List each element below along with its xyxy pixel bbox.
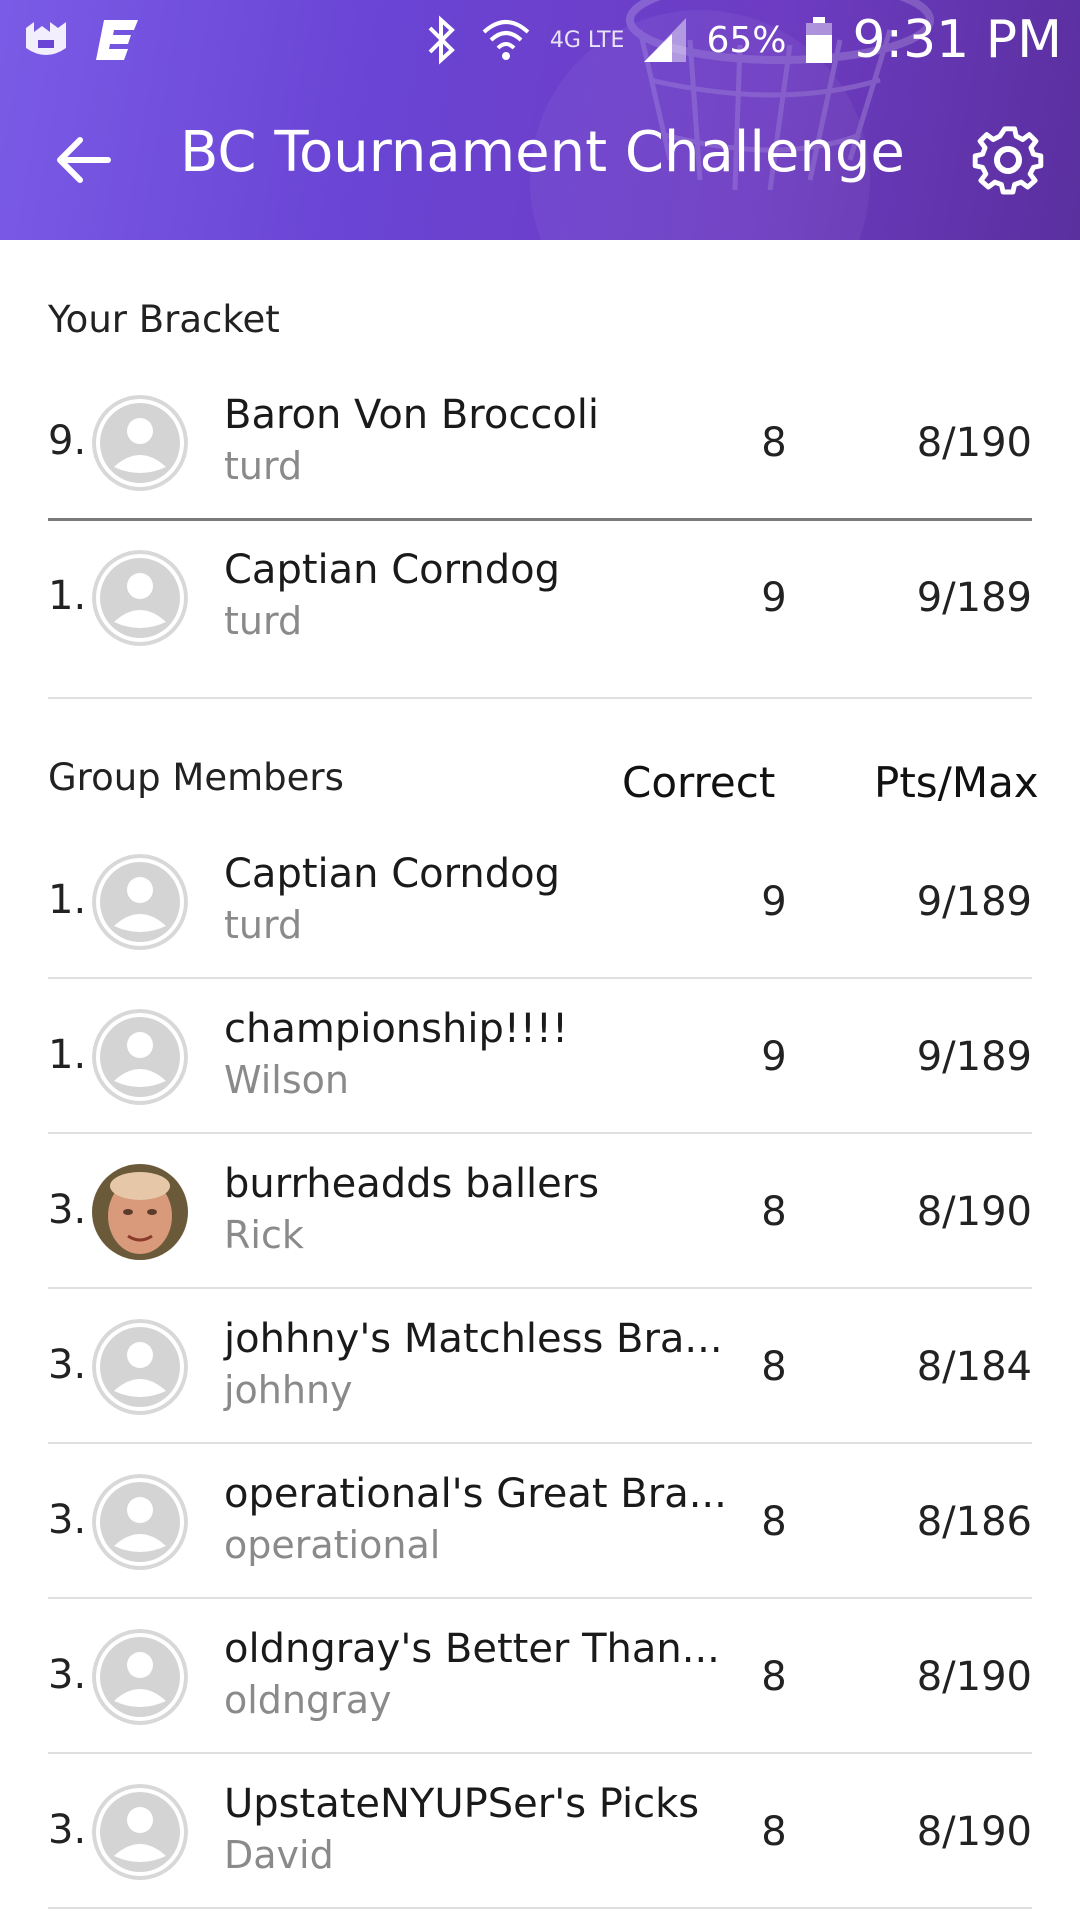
default-avatar-icon [92, 1319, 188, 1415]
correct-count: 8 [761, 1344, 787, 1390]
row-divider [48, 1132, 1032, 1134]
row-divider [48, 1752, 1032, 1754]
correct-count: 8 [761, 1654, 787, 1700]
espn-app-notification-icon [26, 22, 66, 55]
rank-label: 1. [48, 1032, 87, 1078]
default-avatar-icon [92, 1629, 188, 1725]
points-max: 8/190 [916, 1809, 1032, 1855]
bracket-row[interactable]: 1. Captian Corndog turd 9 9/189 [0, 825, 1080, 979]
points-max: 8/190 [916, 1654, 1032, 1700]
rank-label: 3. [48, 1652, 87, 1698]
group-members-label: Group Members [48, 756, 344, 799]
status-time: 9:31 PM [852, 10, 1062, 70]
pts-max-column-header[interactable]: Pts/Max [874, 758, 1039, 807]
battery-percentage: 65% [706, 19, 787, 61]
your-bracket-label: Your Bracket [48, 298, 280, 341]
bluetooth-icon [428, 15, 455, 65]
owner-name: turd [224, 444, 303, 488]
bracket-name: johhny's Matchless Bra... [224, 1316, 723, 1362]
default-avatar-icon [92, 550, 188, 646]
arrow-back-icon[interactable] [48, 124, 120, 196]
bracket-name: oldngray's Better Than... [224, 1626, 720, 1672]
points-max: 9/189 [916, 879, 1032, 925]
bracket-name: championship!!!! [224, 1006, 568, 1052]
network-type-label: 4G LTE [549, 27, 625, 53]
points-max: 8/190 [916, 420, 1032, 466]
bracket-row[interactable]: 3. oldngray's Better Than... oldngray 8 8/19… [0, 1600, 1080, 1754]
row-divider [48, 1442, 1032, 1444]
owner-name: Wilson [224, 1058, 349, 1102]
correct-count: 9 [761, 879, 787, 925]
bracket-name: Captian Corndog [224, 547, 560, 593]
bracket-row[interactable]: 1. Captian Corndog turd 9 9/189 [0, 521, 1080, 675]
bracket-name: operational's Great Bra... [224, 1471, 727, 1517]
app-header: 4G LTE 65% 9:31 PM BC Tournament Challen… [0, 0, 1080, 240]
bracket-row[interactable]: 9. Baron Von Broccoli turd 8 8/190 [0, 366, 1080, 520]
points-max: 9/189 [916, 575, 1032, 621]
points-max: 8/190 [916, 1189, 1032, 1235]
points-max: 8/184 [916, 1344, 1032, 1390]
rank-label: 9. [48, 418, 87, 464]
correct-count: 8 [761, 1189, 787, 1235]
owner-name: turd [224, 903, 303, 947]
correct-count: 8 [761, 1499, 787, 1545]
bracket-name: UpstateNYUPSer's Picks [224, 1781, 700, 1827]
bracket-name: burrheadds ballers [224, 1161, 600, 1207]
page-title: BC Tournament Challenge [180, 120, 905, 185]
row-divider [48, 518, 1032, 521]
bracket-row[interactable]: 1. championship!!!! Wilson 9 9/189 [0, 980, 1080, 1134]
bracket-name: Captian Corndog [224, 851, 560, 897]
rank-label: 3. [48, 1342, 87, 1388]
rank-label: 3. [48, 1497, 87, 1543]
row-divider [48, 1907, 1032, 1909]
rank-label: 1. [48, 877, 87, 923]
correct-count: 8 [761, 1809, 787, 1855]
status-bar: 4G LTE 65% 9:31 PM [0, 0, 1080, 80]
rank-label: 3. [48, 1187, 87, 1233]
bracket-row[interactable]: 3. UpstateNYUPSer's Picks David 8 8/190 [0, 1755, 1080, 1909]
rank-label: 1. [48, 573, 87, 619]
default-avatar-icon [92, 395, 188, 491]
owner-name: operational [224, 1523, 441, 1567]
correct-count: 8 [761, 420, 787, 466]
owner-name: Rick [224, 1213, 304, 1257]
correct-count: 9 [761, 575, 787, 621]
row-divider [48, 1597, 1032, 1599]
rank-label: 3. [48, 1807, 87, 1853]
owner-name: turd [224, 599, 303, 643]
espn-e-icon [96, 20, 138, 60]
bracket-name: Baron Von Broccoli [224, 392, 600, 438]
wifi-icon [482, 20, 530, 60]
bracket-row[interactable]: 3. operational's Great Bra... operational 8… [0, 1445, 1080, 1599]
row-divider [48, 697, 1032, 699]
gear-icon[interactable] [966, 118, 1050, 202]
signal-strength-icon [644, 18, 687, 62]
battery-icon [806, 17, 833, 63]
default-avatar-icon [92, 854, 188, 950]
correct-count: 9 [761, 1034, 787, 1080]
points-max: 9/189 [916, 1034, 1032, 1080]
app-bar: BC Tournament Challenge [0, 80, 1080, 240]
default-avatar-icon [92, 1784, 188, 1880]
default-avatar-icon [92, 1474, 188, 1570]
row-divider [48, 1287, 1032, 1289]
owner-name: johhny [224, 1368, 353, 1412]
default-avatar-icon [92, 1009, 188, 1105]
bracket-row[interactable]: 3. johhny's Matchless Bra... johhny 8 8/184 [0, 1290, 1080, 1444]
status-icons: 4G LTE 65% 9:31 PM [422, 8, 1062, 72]
bracket-row[interactable]: 3. burrheadds ballers Rick 8 8/190 [0, 1135, 1080, 1289]
points-max: 8/186 [916, 1499, 1032, 1545]
correct-column-header[interactable]: Correct [622, 758, 775, 807]
owner-name: David [224, 1833, 334, 1877]
user-photo-avatar [92, 1164, 188, 1260]
row-divider [48, 977, 1032, 979]
owner-name: oldngray [224, 1678, 392, 1722]
